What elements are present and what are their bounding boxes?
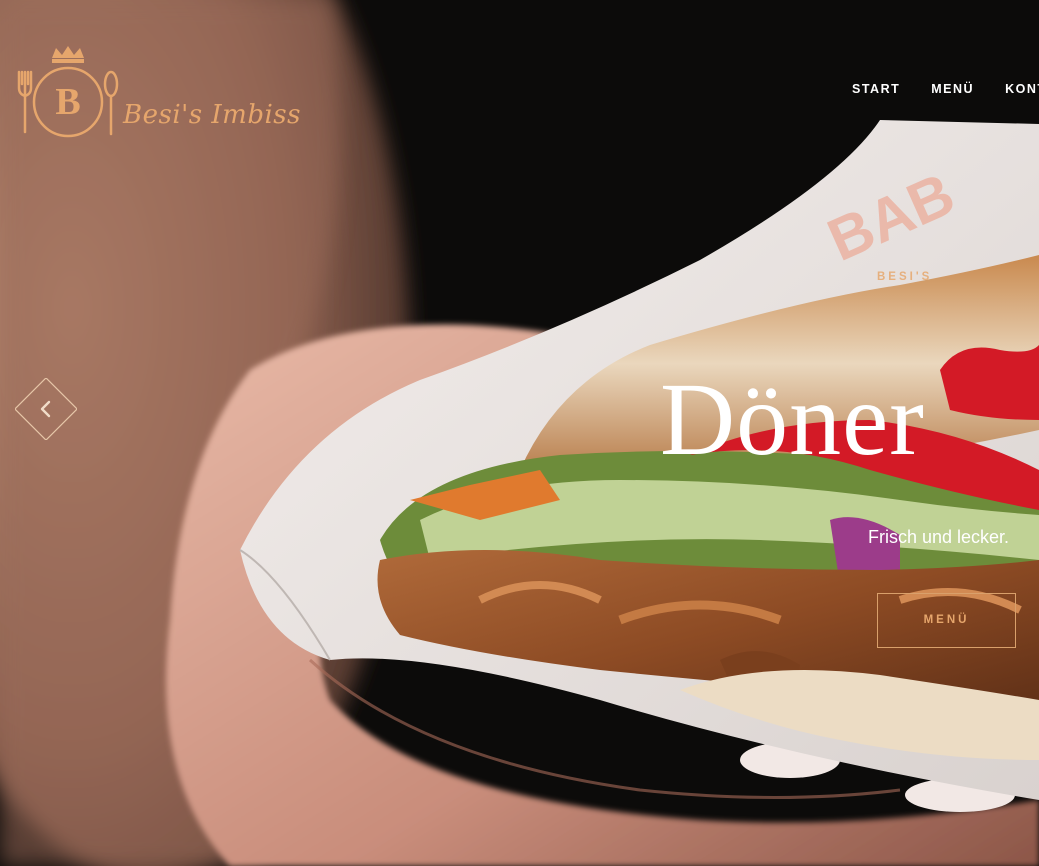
main-nav: START MENÜ KONT	[852, 82, 1039, 96]
logo-emblem-icon: B	[17, 46, 119, 138]
hero-eyebrow: BESI'S	[877, 271, 933, 283]
slider-prev-button[interactable]	[14, 377, 78, 441]
nav-item-kontakt[interactable]: KONT	[1005, 82, 1039, 96]
hero-subline: Frisch und lecker.	[868, 527, 1010, 547]
nav-item-start[interactable]: START	[852, 82, 900, 96]
brand-logo[interactable]: B Besi's Imbiss	[16, 44, 300, 144]
logo-letter: B	[55, 81, 80, 123]
menu-cta-button[interactable]: MENÜ	[877, 593, 1016, 648]
logo-wordmark: Besi's Imbiss	[123, 100, 301, 130]
hero-slider: BAB B Besi's Imbiss START MENÜ KON BESI'…	[0, 0, 1039, 866]
nav-item-menu[interactable]: MENÜ	[931, 82, 974, 96]
hero-headline: Döner	[660, 362, 925, 477]
chevron-left-icon	[14, 377, 78, 441]
